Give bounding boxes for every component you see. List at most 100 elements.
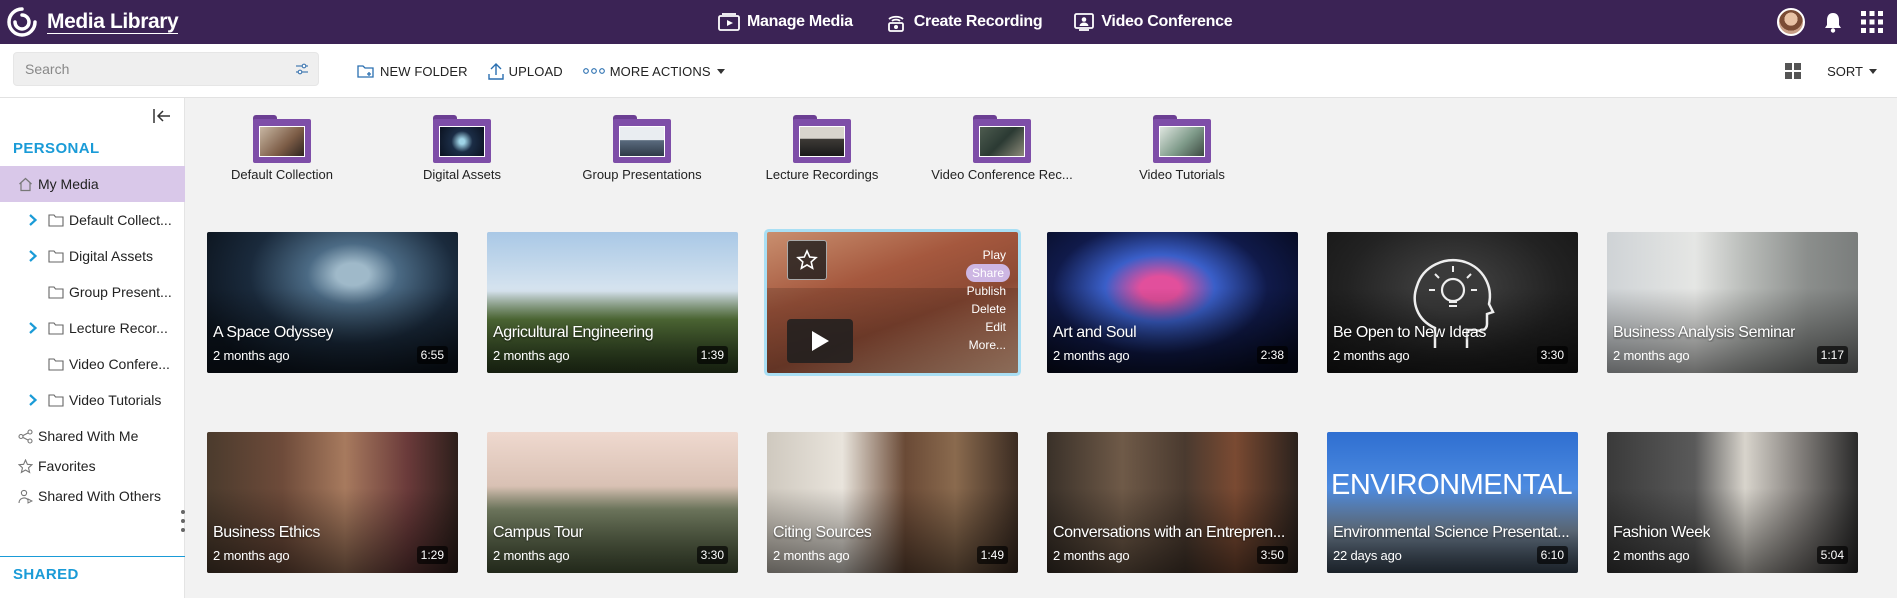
folder-label: Video Tutorials xyxy=(1139,167,1225,182)
chevron-right-icon[interactable] xyxy=(26,321,40,335)
media-duration: 3:30 xyxy=(1536,346,1568,364)
folder-icon xyxy=(48,393,64,407)
sidebar-item-video-conference[interactable]: Video Confere... xyxy=(0,346,185,382)
media-card[interactable]: Citing Sources 2 months ago 1:49 xyxy=(767,432,1018,573)
top-nav: Manage Media Create Recording Video Conf… xyxy=(718,8,1264,36)
upload-button[interactable]: UPLOAD xyxy=(487,62,563,80)
folder-icon xyxy=(48,321,64,335)
search-input[interactable] xyxy=(14,53,284,85)
media-card[interactable]: Campus Tour 2 months ago 3:30 xyxy=(487,432,738,573)
media-card[interactable]: Conversations with an Entrepren... 2 mon… xyxy=(1047,432,1298,573)
folder-icon xyxy=(48,285,64,299)
sidebar-resize-handle[interactable] xyxy=(180,510,186,532)
folder-icon xyxy=(433,115,491,163)
menu-more[interactable]: More... xyxy=(966,336,1006,354)
media-date: 2 months ago xyxy=(773,548,850,563)
folder-icon xyxy=(253,115,311,163)
upload-label: UPLOAD xyxy=(508,63,563,79)
card-action-menu: Play Share Publish Delete Edit More... xyxy=(965,246,1010,354)
sidebar-item-label: Default Collect... xyxy=(69,212,172,228)
media-duration: 3:50 xyxy=(1256,546,1288,564)
media-title: Campus Tour xyxy=(493,524,584,541)
menu-share[interactable]: Share xyxy=(965,264,1010,282)
sort-button[interactable]: SORT xyxy=(1827,64,1877,79)
star-icon xyxy=(796,249,818,270)
folder-video-conference-recordings[interactable]: Video Conference Rec... xyxy=(917,115,1087,182)
folder-icon xyxy=(48,357,64,371)
media-duration: 1:49 xyxy=(976,546,1008,564)
menu-edit[interactable]: Edit xyxy=(966,318,1006,336)
manage-media-link[interactable]: Manage Media xyxy=(718,13,853,31)
video-conference-link[interactable]: Video Conference xyxy=(1074,13,1233,31)
media-duration: 2:38 xyxy=(1256,346,1288,364)
menu-play[interactable]: Play xyxy=(966,246,1006,264)
user-avatar[interactable] xyxy=(1777,8,1805,36)
folder-label: Group Presentations xyxy=(582,167,702,182)
media-card[interactable]: Art and Soul 2 months ago 2:38 xyxy=(1047,232,1298,373)
video-conference-label: Video Conference xyxy=(1101,13,1233,30)
chevron-right-icon[interactable] xyxy=(26,249,40,263)
media-date: 2 months ago xyxy=(493,348,570,363)
more-actions-button[interactable]: MORE ACTIONS xyxy=(582,64,725,79)
play-button[interactable] xyxy=(787,319,853,363)
star-icon xyxy=(18,458,33,474)
section-divider xyxy=(0,556,185,557)
sidebar-item-default-collection[interactable]: Default Collect... xyxy=(0,202,185,238)
menu-delete[interactable]: Delete xyxy=(966,300,1006,318)
media-date: 2 months ago xyxy=(1053,548,1130,563)
media-card[interactable]: Fashion Week 2 months ago 5:04 xyxy=(1607,432,1858,573)
media-card[interactable]: Business Ethics 2 months ago 1:29 xyxy=(207,432,458,573)
sidebar-item-digital-assets[interactable]: Digital Assets xyxy=(0,238,185,274)
bell-icon[interactable] xyxy=(1823,11,1843,33)
media-title: Agricultural Engineering xyxy=(493,324,654,341)
menu-publish[interactable]: Publish xyxy=(966,282,1006,300)
media-card-hovered[interactable]: Play Share Publish Delete Edit More... xyxy=(767,232,1018,373)
media-card[interactable]: Business Analysis Seminar 2 months ago 1… xyxy=(1607,232,1858,373)
sidebar-item-shared-with-others[interactable]: Shared With Others xyxy=(0,478,185,514)
create-recording-link[interactable]: Create Recording xyxy=(885,12,1043,32)
sidebar-item-label: Group Present... xyxy=(69,284,172,300)
app-logo-icon xyxy=(7,7,37,37)
folder-digital-assets[interactable]: Digital Assets xyxy=(377,115,547,182)
favorite-star-button[interactable] xyxy=(787,240,827,280)
folder-label: Digital Assets xyxy=(422,167,502,182)
sidebar-item-my-media[interactable]: My Media xyxy=(0,166,185,202)
sidebar-item-label: Shared With Me xyxy=(38,428,139,444)
media-title: Environmental Science Presentat... xyxy=(1333,524,1570,541)
folder-icon xyxy=(973,115,1031,163)
media-duration: 3:30 xyxy=(696,546,728,564)
filter-icon[interactable] xyxy=(295,62,309,76)
media-duration: 1:17 xyxy=(1816,346,1848,364)
media-date: 2 months ago xyxy=(1613,548,1690,563)
share-icon xyxy=(18,428,33,444)
media-duration: 1:29 xyxy=(416,546,448,564)
chevron-right-icon[interactable] xyxy=(26,393,40,407)
folder-lecture-recordings[interactable]: Lecture Recordings xyxy=(737,115,907,182)
play-icon xyxy=(812,331,829,351)
sidebar-item-lecture-recordings[interactable]: Lecture Recor... xyxy=(0,310,185,346)
new-folder-button[interactable]: NEW FOLDER xyxy=(357,63,468,79)
sidebar-item-group-presentations[interactable]: Group Present... xyxy=(0,274,185,310)
folder-label: Default Collection xyxy=(231,167,333,182)
top-bar: Media Library Manage Media Create Record… xyxy=(0,0,1897,44)
sidebar-item-video-tutorials[interactable]: Video Tutorials xyxy=(0,382,185,418)
create-recording-label: Create Recording xyxy=(913,13,1043,30)
folder-default-collection[interactable]: Default Collection xyxy=(197,115,367,182)
media-card[interactable]: A Space Odyssey 2 months ago 6:55 xyxy=(207,232,458,373)
media-card[interactable]: ENVIRONMENTAL SCIENCE Environmental Scie… xyxy=(1327,432,1578,573)
chevron-right-icon[interactable] xyxy=(26,213,40,227)
media-title: A Space Odyssey xyxy=(213,324,334,341)
media-card[interactable]: Agricultural Engineering 2 months ago 1:… xyxy=(487,232,738,373)
folder-group-presentations[interactable]: Group Presentations xyxy=(557,115,727,182)
new-folder-icon xyxy=(357,65,374,78)
media-duration: 1:39 xyxy=(696,346,728,364)
apps-grid-icon[interactable] xyxy=(1861,11,1883,33)
shared-section-title: SHARED xyxy=(13,566,79,583)
folder-video-tutorials[interactable]: Video Tutorials xyxy=(1097,115,1267,182)
sidebar: PERSONAL My Media Default Collect... Dig… xyxy=(0,98,185,598)
collapse-sidebar-icon[interactable] xyxy=(152,108,172,124)
media-card[interactable]: Be Open to New Ideas 2 months ago 3:30 xyxy=(1327,232,1578,373)
folder-label: Video Conference Rec... xyxy=(931,167,1073,182)
grid-view-icon[interactable] xyxy=(1785,63,1802,79)
brand[interactable]: Media Library xyxy=(6,6,179,38)
